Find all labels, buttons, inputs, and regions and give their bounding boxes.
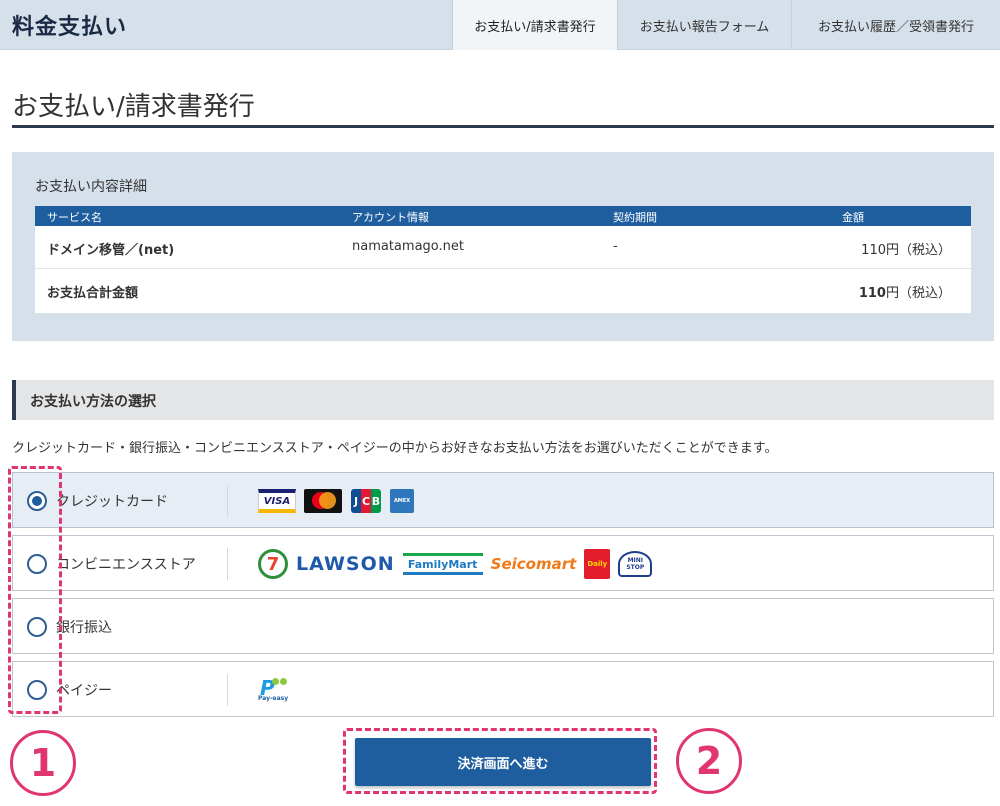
lawson-logo: LAWSON [296,553,395,575]
column-header-service: サービス名 [47,211,102,224]
column-header-amount: 金額 [842,211,864,224]
payment-option-bank-transfer[interactable]: 銀行振込 [12,598,994,654]
payment-option-label: 銀行振込 [56,620,112,636]
details-heading: お支払い内容詳細 [35,179,147,195]
title-divider [12,125,994,128]
total-amount: 110円（税込） [859,282,951,301]
top-header: 料金支払い お支払い/請求書発行 お支払い報告フォーム お支払い履歴／受領書発行 [0,0,1000,50]
payment-method-title: お支払い方法の選択 [30,394,156,410]
ministop-logo: MINI STOP [618,551,653,577]
convenience-store-logos: 7 LAWSON FamilyMart Seicomart Daily MINI… [258,546,653,582]
brand-title: 料金支払い [12,15,128,40]
header-tabs: お支払い/請求書発行 お支払い報告フォーム お支払い履歴／受領書発行 [452,0,1000,50]
tab-payment-history[interactable]: お支払い履歴／受領書発行 [791,0,1000,50]
seicomart-logo: Seicomart [490,555,577,573]
total-label: お支払合計金額 [47,286,139,301]
divider [227,548,228,580]
jcb-logo: JCB [350,489,382,513]
seven-eleven-logo: 7 [258,549,288,579]
pay-easy-logos: P Pay-easy [258,672,292,708]
familymart-logo: FamilyMart [402,553,483,575]
divider [227,674,228,706]
visa-logo: VISA [258,489,296,513]
contract-period: - [613,239,618,254]
proceed-to-payment-button[interactable]: 決済画面へ進む [355,738,651,786]
total-amount-suffix: 円（税込） [885,286,951,301]
annotation-radio-highlight [8,466,62,714]
payment-option-pay-easy[interactable]: ペイジー P Pay-easy [12,661,994,717]
tab-payment-report-form[interactable]: お支払い報告フォーム [617,0,791,50]
payment-details-panel: お支払い内容詳細 サービス名 アカウント情報 契約期間 金額 ドメイン移管／(n… [12,152,994,341]
payment-option-label: ペイジー [56,683,112,699]
divider [227,485,228,517]
amount: 110円（税込） [861,243,951,258]
tab-payment-invoice[interactable]: お支払い/請求書発行 [452,0,617,50]
payment-method-header: お支払い方法の選択 [12,380,994,420]
details-table: サービス名 アカウント情報 契約期間 金額 ドメイン移管／(net) namat… [35,206,971,313]
column-header-account: アカウント情報 [352,211,429,224]
payment-option-label: コンビニエンスストア [56,557,196,573]
payment-option-label: クレジットカード [56,494,168,510]
service-name: ドメイン移管／(net) [47,243,175,258]
pay-easy-text: Pay-easy [258,695,289,702]
table-row: ドメイン移管／(net) namatamago.net - 110円（税込） [35,226,971,269]
payment-option-credit-card[interactable]: クレジットカード VISA JCB AMEX [12,472,994,528]
payment-option-convenience-store[interactable]: コンビニエンスストア 7 LAWSON FamilyMart Seicomart… [12,535,994,591]
account-info: namatamago.net [352,239,464,254]
column-header-period: 契約期間 [613,211,657,224]
total-amount-number: 110 [858,286,886,301]
daily-yamazaki-logo: Daily [584,549,611,579]
pay-easy-logo: P Pay-easy [258,676,289,702]
amex-logo: AMEX [390,489,414,513]
annotation-step-2: 2 [676,728,742,794]
annotation-step-1: 1 [10,730,76,796]
mastercard-logo [304,489,342,513]
total-row: お支払合計金額 110円（税込） [35,269,971,313]
payment-method-description: クレジットカード・銀行振込・コンビニエンスストア・ペイジーの中からお好きなお支払… [12,441,778,456]
page-title: お支払い/請求書発行 [12,92,255,122]
table-header: サービス名 アカウント情報 契約期間 金額 [35,206,971,226]
credit-card-logos: VISA JCB AMEX [258,483,414,519]
